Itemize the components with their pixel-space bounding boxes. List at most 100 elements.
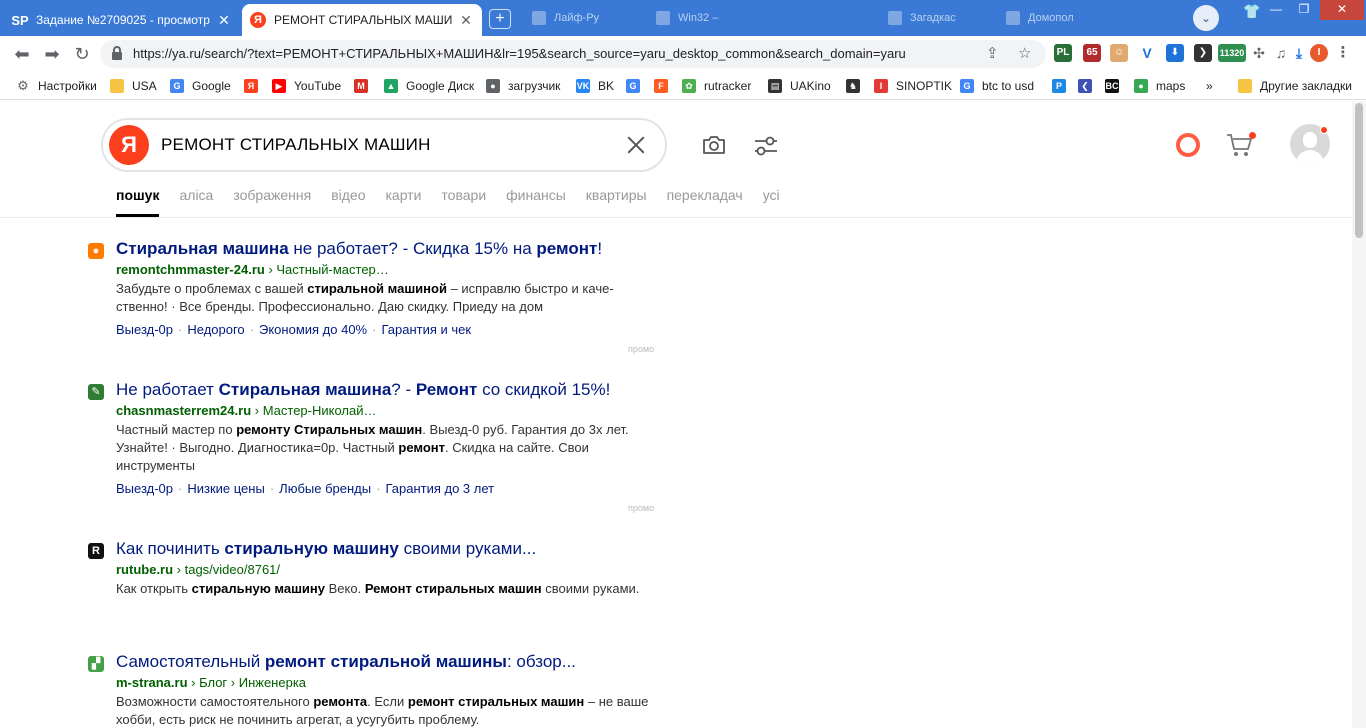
extension-face-icon[interactable]: ☺	[1110, 44, 1128, 62]
downloads-icon[interactable]: ⤓	[1290, 44, 1308, 62]
bookmark-item[interactable]: M	[354, 77, 376, 95]
sitelink[interactable]: Недорого	[187, 322, 244, 337]
search-input[interactable]: РЕМОНТ СТИРАЛЬНЫХ МАШИН	[161, 135, 431, 155]
bookmark-item[interactable]: »	[1206, 77, 1213, 95]
bookmark-item[interactable]: USA	[110, 77, 157, 95]
close-icon[interactable]: ✕	[458, 12, 474, 28]
bookmark-item[interactable]: G Google	[170, 77, 231, 95]
minimize-button[interactable]: —	[1262, 0, 1290, 20]
bookmark-item[interactable]: Gbtc to usd	[960, 77, 1034, 95]
background-tab[interactable]: Лайф-Ру	[532, 8, 599, 28]
extension-badge-icon[interactable]: 11320	[1218, 44, 1246, 62]
result-snippet: Забудьте о проблемах с вашей стиральной …	[116, 281, 614, 314]
bookmark-item[interactable]: VK BK	[576, 77, 614, 95]
forward-arrow-icon[interactable]: ➡	[40, 42, 64, 66]
sitelink[interactable]: Выезд-0р	[116, 322, 173, 337]
bookmark-item[interactable]: ▤ UAKino	[768, 77, 831, 95]
yandex-logo[interactable]: Я	[109, 125, 149, 165]
background-tab[interactable]: Загадкас	[888, 8, 956, 28]
bookmark-favicon-icon: ♞	[846, 79, 860, 93]
bookmark-item[interactable]: ● загрузчик	[486, 77, 560, 95]
camera-search-icon[interactable]	[702, 134, 726, 156]
bookmark-favicon-icon: ❮	[1078, 79, 1092, 93]
star-icon[interactable]: ☆	[1018, 44, 1031, 62]
sitelink[interactable]: Низкие цены	[187, 481, 264, 496]
close-icon[interactable]: ✕	[216, 12, 232, 28]
bookmark-item[interactable]: P	[1052, 77, 1074, 95]
page-scrollbar[interactable]	[1352, 101, 1366, 728]
nav-tab[interactable]: усі	[763, 187, 780, 207]
profile-avatar-icon[interactable]: I	[1310, 44, 1328, 62]
result-title-link[interactable]: Как починить стиральную машину своими ру…	[116, 539, 536, 559]
nav-tab[interactable]: карти	[385, 187, 421, 207]
maximize-button[interactable]: ❐	[1290, 0, 1318, 20]
window-close-button[interactable]: ✕	[1320, 0, 1364, 20]
nav-tab[interactable]: квартиры	[586, 187, 647, 207]
background-tab[interactable]: Win32 –	[656, 8, 718, 28]
bookmark-favicon-icon: ●	[486, 79, 500, 93]
nav-tab[interactable]: перекладач	[667, 187, 743, 207]
bookmark-item[interactable]: Я	[244, 77, 266, 95]
bookmark-item[interactable]: F	[654, 77, 676, 95]
search-box[interactable]: Я РЕМОНТ СТИРАЛЬНЫХ МАШИН	[101, 118, 667, 172]
extension-v-icon[interactable]: V	[1138, 44, 1156, 62]
background-tab[interactable]: Домопол	[1006, 8, 1074, 28]
nav-tab[interactable]: зображення	[233, 187, 311, 207]
promo-label: промо	[628, 503, 655, 513]
new-tab-button[interactable]: +	[489, 9, 511, 29]
sitelink[interactable]: Экономия до 40%	[259, 322, 367, 337]
alice-icon[interactable]	[1176, 133, 1200, 157]
nav-tab[interactable]: аліса	[179, 187, 213, 207]
tab-title: Задание №2709025 - просмотр з	[36, 13, 210, 27]
bookmark-item[interactable]: Другие закладки	[1238, 77, 1352, 95]
sitelink[interactable]: Выезд-0р	[116, 481, 173, 496]
result-url[interactable]: m-strana.ru › Блог › Инженерка	[116, 675, 306, 690]
nav-tab[interactable]: товари	[441, 187, 486, 207]
bookmark-item[interactable]: ✿ rutracker	[682, 77, 751, 95]
bookmark-item[interactable]: ▶ YouTube	[272, 77, 341, 95]
yandex-icon: Я	[250, 12, 266, 28]
back-arrow-icon[interactable]: ⬅	[10, 42, 34, 66]
scrollbar-thumb[interactable]	[1355, 103, 1363, 238]
menu-icon[interactable]: ⋮	[1334, 44, 1352, 62]
extension-65-icon[interactable]: 65	[1083, 44, 1101, 62]
bookmark-item[interactable]: ❮	[1078, 77, 1100, 95]
tab-yandex-search[interactable]: Я РЕМОНТ СТИРАЛЬНЫХ МАШИН ✕	[242, 4, 482, 36]
share-icon[interactable]: ⇪	[986, 44, 999, 62]
result-url[interactable]: chasnmasterrem24.ru › Мастер-Николай…	[116, 403, 377, 418]
sitelink[interactable]: Гарантия и чек	[381, 322, 471, 337]
bookmark-label: btc to usd	[982, 79, 1035, 93]
result-title-link[interactable]: Самостоятельный ремонт стиральной машины…	[116, 652, 576, 672]
tab-zadanie[interactable]: SP Задание №2709025 - просмотр з ✕	[4, 4, 240, 36]
url-text[interactable]: https://ya.ru/search/?text=РЕМОНТ+СТИРАЛ…	[133, 46, 969, 61]
lock-icon[interactable]	[112, 46, 122, 60]
header-divider	[0, 217, 1352, 218]
extension-arrow-icon[interactable]: ❯	[1194, 44, 1212, 62]
clear-search-icon[interactable]	[625, 134, 647, 156]
bookmark-item[interactable]: ▲ Google Диск	[384, 77, 474, 95]
extension-pl-icon[interactable]: PL	[1054, 44, 1072, 62]
result-title-link[interactable]: Не работает Стиральная машина? - Ремонт …	[116, 380, 610, 400]
media-icon[interactable]: ♫	[1272, 44, 1290, 62]
puzzle-icon[interactable]: ✣	[1250, 44, 1268, 62]
bookmark-item[interactable]: BC	[1105, 77, 1127, 95]
tab-search-chevron-icon[interactable]: ⌄	[1193, 5, 1219, 31]
extension-download-icon[interactable]: ⬇	[1166, 44, 1184, 62]
sitelink[interactable]: Гарантия до 3 лет	[385, 481, 494, 496]
nav-tab[interactable]: финансы	[506, 187, 566, 207]
result-url[interactable]: remontchmmaster-24.ru › Частный-мастер…	[116, 262, 389, 277]
bookmark-item[interactable]: ⚙ Настройки	[16, 77, 97, 95]
result-title-link[interactable]: Стиральная машина не работает? - Скидка …	[116, 239, 602, 259]
sitelink[interactable]: Любые бренды	[279, 481, 371, 496]
bookmark-item[interactable]: G	[626, 77, 648, 95]
shirt-icon[interactable]: 👕	[1243, 3, 1260, 20]
nav-tab[interactable]: пошук	[116, 187, 160, 217]
result-url[interactable]: rutube.ru › tags/video/8761/	[116, 562, 280, 577]
reload-icon[interactable]: ↻	[70, 42, 94, 66]
filter-settings-icon[interactable]	[753, 134, 779, 158]
bookmark-item[interactable]: I SINOPTIK	[874, 77, 952, 95]
bookmark-item[interactable]: ● maps	[1134, 77, 1185, 95]
nav-tab[interactable]: відео	[331, 187, 365, 207]
bookmark-item[interactable]: ♞	[846, 77, 868, 95]
address-bar[interactable]: https://ya.ru/search/?text=РЕМОНТ+СТИРАЛ…	[100, 40, 1046, 68]
